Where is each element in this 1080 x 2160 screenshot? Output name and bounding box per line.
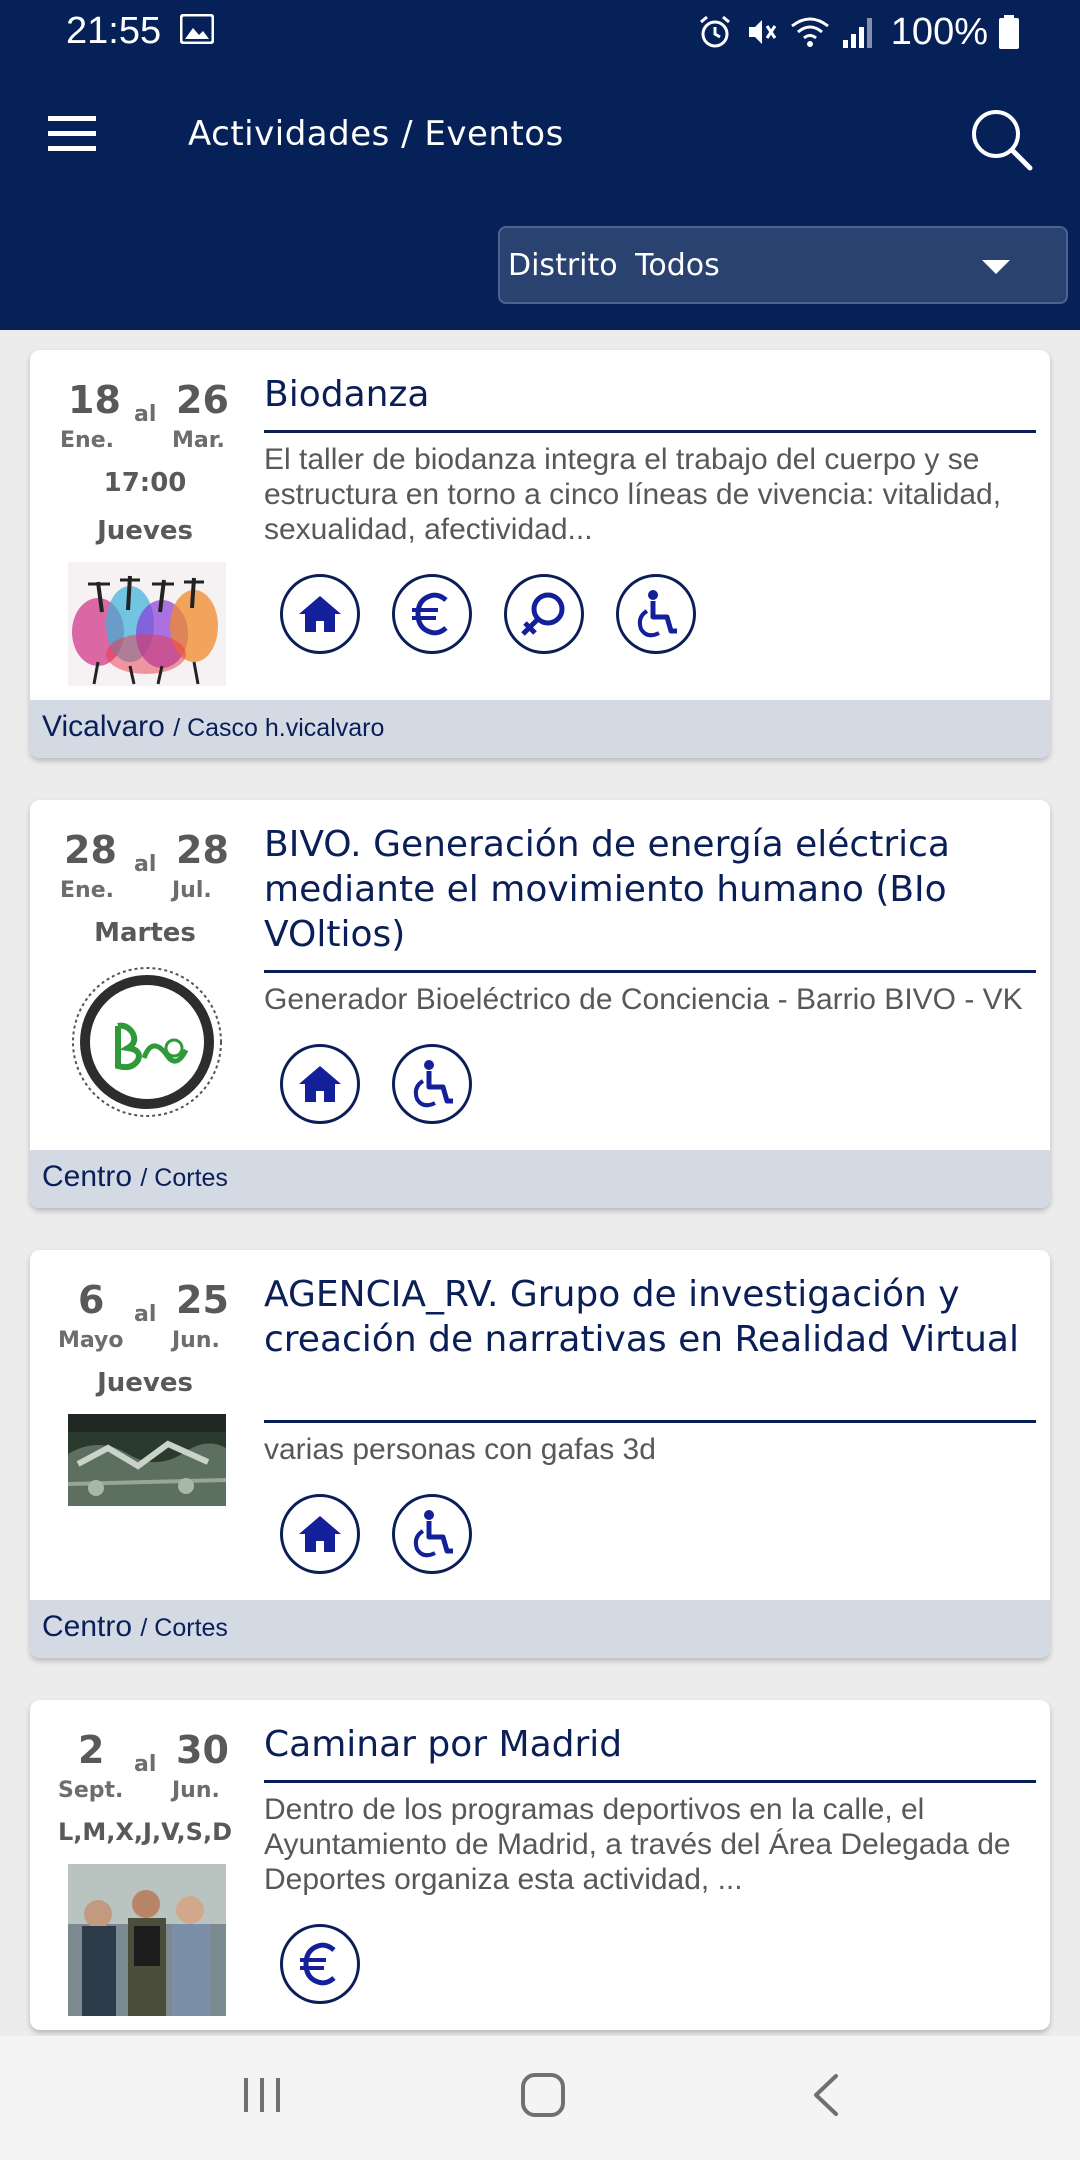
accessibility-icon	[392, 1494, 472, 1574]
event-title[interactable]: Biodanza	[264, 372, 1034, 417]
title-divider	[264, 1420, 1036, 1423]
district-select-label: Distrito Todos	[508, 248, 720, 283]
title-divider	[264, 970, 1036, 973]
event-district: Centro	[42, 1610, 133, 1643]
event-description: varias personas con gafas 3d	[264, 1433, 656, 1466]
home-icon	[280, 1494, 360, 1574]
district-value: Todos	[635, 248, 720, 283]
event-card[interactable]: 28 al 28 Ene. Jul. Martes BIVO. Generaci…	[30, 800, 1050, 1208]
start-month: Ene.	[60, 428, 114, 453]
event-icons	[280, 574, 696, 654]
event-description: El taller de biodanza integra el trabajo…	[264, 443, 1002, 546]
event-place: / Casco h.vicalvaro	[173, 714, 385, 742]
home-icon	[280, 574, 360, 654]
district-label: Distrito	[508, 248, 618, 283]
end-month: Jul.	[172, 878, 212, 903]
status-icons: 100%	[697, 10, 1020, 54]
start-day: 2	[78, 1728, 105, 1772]
hamburger-menu-icon[interactable]	[44, 110, 100, 158]
battery-icon	[999, 15, 1019, 49]
chevron-down-icon	[982, 260, 1010, 274]
signal-icon	[842, 18, 872, 48]
wifi-icon	[790, 17, 829, 47]
start-day: 18	[68, 378, 121, 422]
event-icons	[280, 1924, 360, 2004]
event-card[interactable]: 6 al 25 Mayo Jun. Jueves AGENCIA_RV. Gru…	[30, 1250, 1050, 1658]
end-month: Jun.	[172, 1328, 220, 1353]
event-description: Dentro de los programas deportivos en la…	[264, 1793, 1011, 1896]
event-days: L,M,X,J,V,S,D	[58, 1818, 232, 1846]
recent-apps-icon[interactable]	[240, 2072, 284, 2116]
female-symbol-icon	[504, 574, 584, 654]
event-days: Jueves	[97, 1368, 193, 1398]
date-connector: al	[134, 1302, 157, 1327]
back-icon[interactable]	[808, 2072, 844, 2118]
euro-icon	[392, 574, 472, 654]
event-place: / Cortes	[140, 1614, 228, 1642]
date-connector: al	[134, 1752, 157, 1777]
start-month: Sept.	[58, 1778, 124, 1803]
event-days: Martes	[94, 918, 196, 948]
event-thumbnail	[68, 562, 226, 686]
event-time: 17:00	[103, 468, 187, 498]
home-button-icon[interactable]	[520, 2072, 566, 2118]
euro-icon	[280, 1924, 360, 2004]
event-title[interactable]: Caminar por Madrid	[264, 1722, 1034, 1767]
title-divider	[264, 1780, 1036, 1783]
event-location: Centro / Cortes	[30, 1150, 1050, 1208]
app-header: 21:55 100% Actividades / Eventos Distrit…	[0, 0, 1080, 330]
end-month: Mar.	[172, 428, 225, 453]
accessibility-icon	[392, 1044, 472, 1124]
event-district: Centro	[42, 1160, 133, 1193]
gallery-icon	[180, 14, 214, 44]
battery-percent: 100%	[890, 10, 988, 53]
event-card[interactable]: 18 al 26 Ene. Mar. 17:00 Jueves Biodanza…	[30, 350, 1050, 758]
event-icons	[280, 1494, 472, 1574]
event-district: Vicalvaro	[42, 710, 165, 743]
start-day: 28	[64, 828, 117, 872]
end-day: 26	[176, 378, 229, 422]
event-thumbnail	[68, 1864, 226, 2016]
home-icon	[280, 1044, 360, 1124]
start-month: Ene.	[60, 878, 114, 903]
end-day: 30	[176, 1728, 229, 1772]
status-time: 21:55	[66, 10, 162, 52]
accessibility-icon	[616, 574, 696, 654]
event-logo	[68, 966, 226, 1118]
system-nav-bar	[0, 2036, 1080, 2160]
app-title: Actividades / Eventos	[188, 114, 564, 154]
event-location: Vicalvaro / Casco h.vicalvaro	[30, 700, 1050, 758]
event-description: Generador Bioeléctrico de Conciencia - B…	[264, 983, 1023, 1016]
event-card[interactable]: 2 al 30 Sept. Jun. L,M,X,J,V,S,D Caminar…	[30, 1700, 1050, 2030]
status-bar: 21:55 100%	[0, 0, 1080, 64]
alarm-icon	[699, 15, 730, 48]
event-title[interactable]: AGENCIA_RV. Grupo de investigación y cre…	[264, 1272, 1034, 1362]
start-month: Mayo	[58, 1328, 124, 1353]
end-month: Jun.	[172, 1778, 220, 1803]
start-day: 6	[78, 1278, 105, 1322]
end-day: 28	[176, 828, 229, 872]
date-connector: al	[134, 402, 157, 427]
date-connector: al	[134, 852, 157, 877]
event-thumbnail	[68, 1414, 226, 1506]
event-days: Jueves	[97, 516, 193, 546]
title-divider	[264, 430, 1036, 433]
mute-icon	[748, 20, 777, 44]
search-icon[interactable]	[966, 104, 1036, 174]
event-location: Centro / Cortes	[30, 1600, 1050, 1658]
end-day: 25	[176, 1278, 229, 1322]
event-title[interactable]: BIVO. Generación de energía eléctrica me…	[264, 822, 1034, 957]
event-icons	[280, 1044, 472, 1124]
event-place: / Cortes	[140, 1164, 228, 1192]
